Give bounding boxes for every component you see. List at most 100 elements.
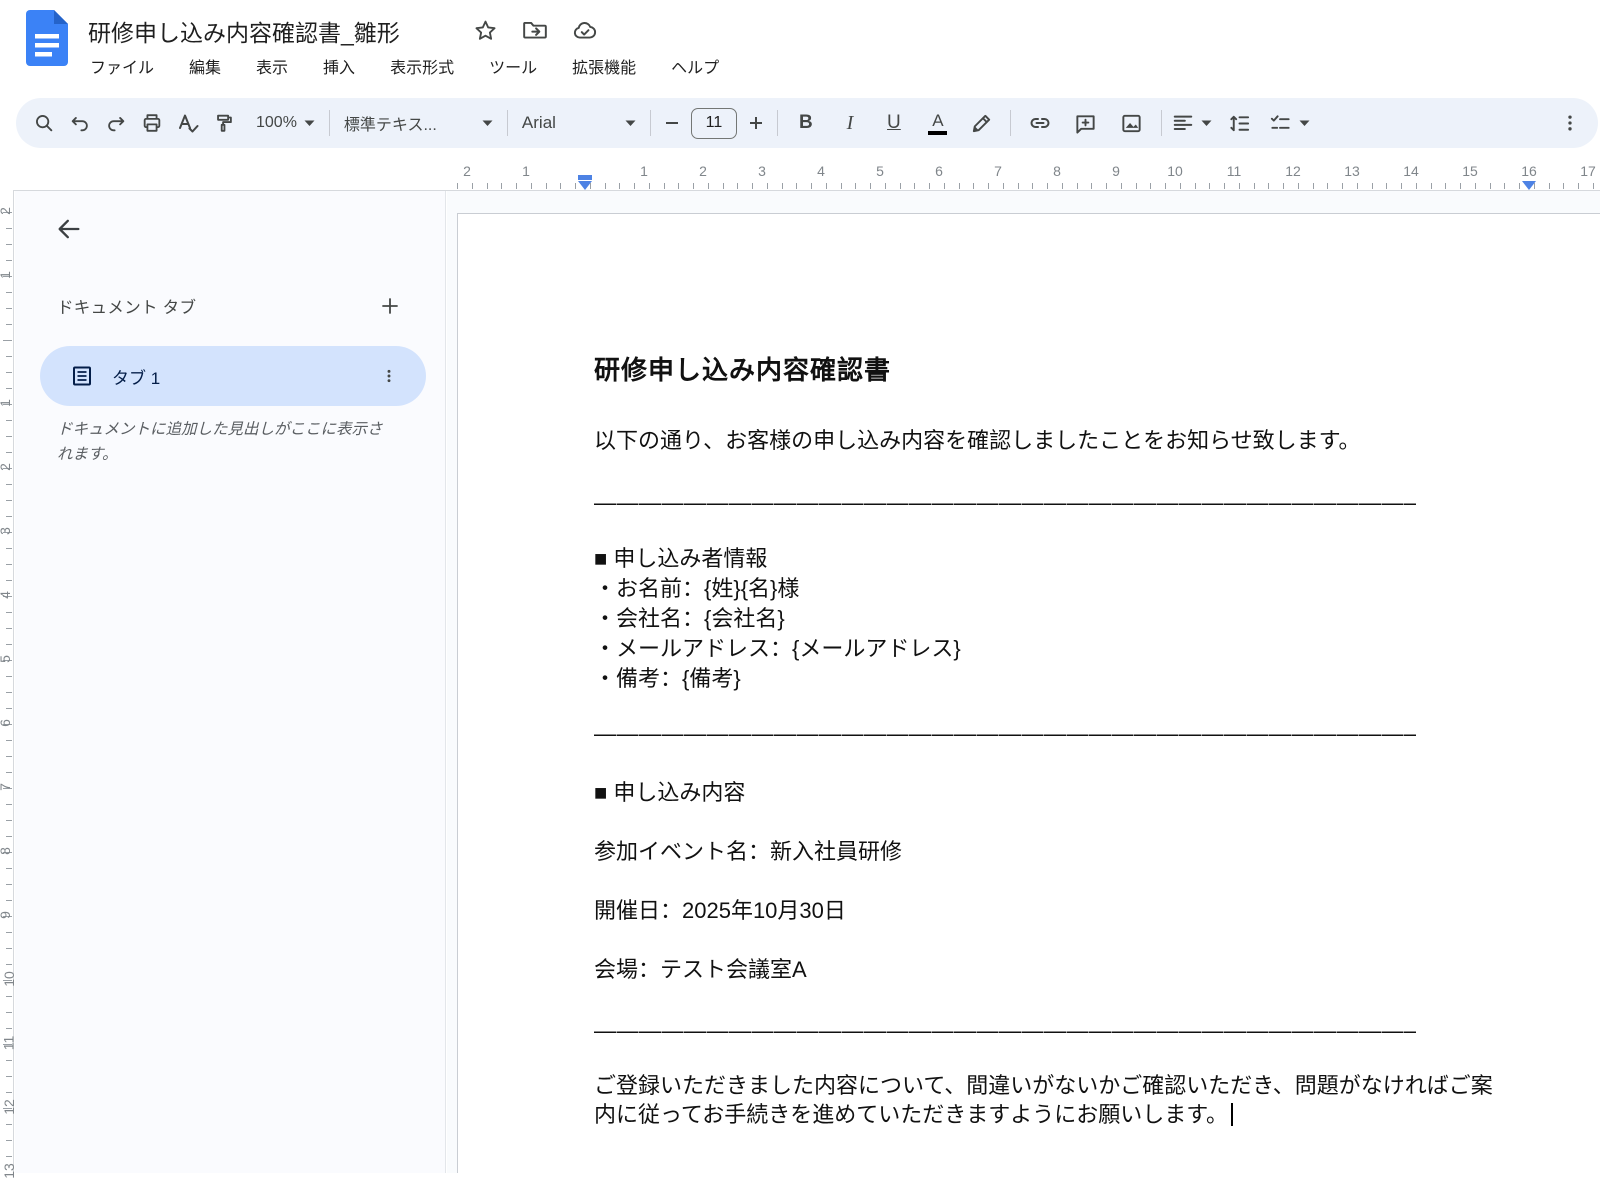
ruler-tick — [6, 628, 12, 629]
ruler-tick — [6, 372, 12, 373]
menu-extensions[interactable]: 拡張機能 — [568, 51, 640, 81]
horizontal-ruler[interactable]: 2 1 1 2 3 4 5 6 7 8 9 10 11 12 13 14 15 16 17 — [446, 152, 1600, 190]
title-actions — [472, 17, 598, 43]
ruler-tick — [6, 1028, 12, 1029]
document-page[interactable]: 研修申し込み内容確認書 以下の通り、お客様の申し込み内容を確認しましたことをお知… — [457, 213, 1600, 1173]
paint-format-button[interactable] — [206, 105, 242, 141]
doc-line-company[interactable]: ・会社名：{会社名} — [594, 604, 961, 634]
spellcheck-button[interactable] — [170, 105, 206, 141]
paragraph-styles-select[interactable]: 標準テキス... — [336, 105, 501, 141]
doc-heading[interactable]: 研修申し込み内容確認書 — [594, 355, 891, 385]
ruler-tick — [1135, 183, 1137, 189]
tab-options-kebab-icon[interactable] — [374, 361, 404, 391]
document-title[interactable]: 研修申し込み内容確認書_雛形 — [88, 14, 400, 48]
line-spacing-button[interactable] — [1222, 105, 1258, 141]
ruler-tick — [1047, 183, 1048, 189]
doc-line-notes[interactable]: ・備考：{備考} — [594, 664, 961, 694]
insert-link-button[interactable] — [1022, 105, 1058, 141]
title-bar: 研修申し込み内容確認書_雛形 ファイル 編集 表示 挿入 表示形式 ツール 拡張… — [0, 0, 1600, 98]
highlight-color-button[interactable] — [964, 105, 1000, 141]
ruler-tick — [796, 183, 798, 189]
doc-content-section-header[interactable]: ■ 申し込み内容 — [594, 778, 745, 808]
back-arrow-button[interactable] — [51, 211, 87, 247]
undo-button[interactable] — [62, 105, 98, 141]
doc-applicant-lines[interactable]: ・お名前：{姓}{名}様 ・会社名：{会社名} ・メールアドレス：{メールアドレ… — [594, 574, 961, 694]
menu-format[interactable]: 表示形式 — [386, 51, 458, 81]
ruler-tick — [1076, 183, 1078, 189]
checklist-button[interactable] — [1264, 105, 1316, 141]
italic-button[interactable]: I — [832, 105, 868, 141]
font-size-input[interactable]: 11 — [690, 107, 737, 139]
ruler-tick — [1224, 183, 1225, 189]
align-button[interactable] — [1168, 105, 1216, 141]
move-to-folder-icon[interactable] — [522, 17, 548, 43]
font-value: Arial — [521, 113, 556, 132]
menu-edit[interactable]: 編集 — [185, 51, 225, 81]
ruler-tick — [1312, 183, 1314, 189]
doc-line-date[interactable]: 開催日：2025年10月30日 — [594, 896, 846, 926]
ruler-tick — [6, 836, 12, 837]
decrease-font-size-button[interactable] — [657, 105, 687, 141]
ruler-tick — [6, 1156, 12, 1157]
menu-tools[interactable]: ツール — [485, 51, 541, 81]
ruler-tick — [737, 183, 739, 189]
doc-divider[interactable]: —————————————————————————————————————— — [594, 1016, 1416, 1044]
tab-item-selected[interactable]: タブ 1 — [40, 346, 426, 406]
vertical-ruler[interactable]: 2112345678910111213 — [0, 190, 17, 1179]
ruler-tick — [1460, 183, 1461, 189]
ruler-tick — [6, 740, 12, 741]
chevron-down-icon — [1201, 120, 1212, 126]
ruler-tick — [1061, 183, 1063, 189]
ruler-tick — [6, 612, 12, 613]
ruler-tick — [855, 183, 857, 189]
ruler-tick — [6, 644, 12, 645]
doc-line-venue[interactable]: 会場：テスト会議室A — [594, 955, 807, 985]
underline-button[interactable]: U — [876, 105, 912, 141]
ruler-tick — [6, 244, 12, 245]
redo-button[interactable] — [98, 105, 134, 141]
doc-divider[interactable]: —————————————————————————————————————— — [594, 719, 1416, 747]
add-comment-button[interactable] — [1068, 105, 1104, 141]
doc-closing-paragraph[interactable]: ご登録いただきました内容について、間違いがないかご確認いただき、問題がなければご… — [594, 1071, 1506, 1129]
toolbar: 100% 標準テキス... Arial 11 B I U A — [16, 98, 1598, 148]
google-docs-logo[interactable] — [26, 10, 68, 71]
search-menus-button[interactable] — [26, 105, 62, 141]
ruler-number: 10 — [1167, 163, 1183, 179]
add-tab-button[interactable] — [375, 291, 405, 321]
text-color-button[interactable]: A — [920, 105, 956, 141]
ruler-tick — [619, 183, 621, 189]
doc-line-email[interactable]: ・メールアドレス：{メールアドレス} — [594, 634, 961, 664]
ruler-number: 1 — [0, 271, 13, 279]
ruler-tick — [1533, 183, 1535, 189]
bold-button[interactable]: B — [788, 105, 824, 141]
menu-view[interactable]: 表示 — [252, 51, 292, 81]
ruler-tick — [6, 420, 12, 421]
ruler-tick — [6, 500, 12, 501]
doc-applicant-section-header[interactable]: ■ 申し込み者情報 — [594, 544, 767, 574]
ruler-tick — [6, 260, 12, 261]
star-icon[interactable] — [472, 17, 498, 43]
insert-image-button[interactable] — [1114, 105, 1150, 141]
font-family-select[interactable]: Arial — [514, 105, 644, 141]
doc-intro-paragraph[interactable]: 以下の通り、お客様の申し込み内容を確認しましたことをお知らせ致します。 — [594, 426, 1360, 456]
ruler-tick — [634, 183, 635, 189]
cloud-saved-icon[interactable] — [572, 17, 598, 43]
doc-divider[interactable]: —————————————————————————————————————— — [594, 488, 1416, 516]
doc-line-name[interactable]: ・お名前：{姓}{名}様 — [594, 574, 961, 604]
more-options-button[interactable] — [1552, 105, 1588, 141]
menu-insert[interactable]: 挿入 — [319, 51, 359, 81]
increase-font-size-button[interactable] — [741, 105, 771, 141]
zoom-select[interactable]: 100% — [248, 105, 323, 141]
ruler-tick — [6, 708, 12, 709]
ruler-tick — [1150, 183, 1152, 189]
print-button[interactable] — [134, 105, 170, 141]
menu-file[interactable]: ファイル — [86, 51, 158, 81]
ruler-tick — [1091, 183, 1093, 189]
ruler-tick — [1342, 183, 1343, 189]
menu-help[interactable]: ヘルプ — [667, 51, 723, 81]
ruler-tick — [6, 324, 12, 325]
ruler-number: 8 — [0, 847, 13, 855]
doc-line-event[interactable]: 参加イベント名：新入社員研修 — [594, 837, 902, 867]
ruler-tick — [1238, 183, 1240, 189]
ruler-number: 11 — [1226, 163, 1242, 179]
